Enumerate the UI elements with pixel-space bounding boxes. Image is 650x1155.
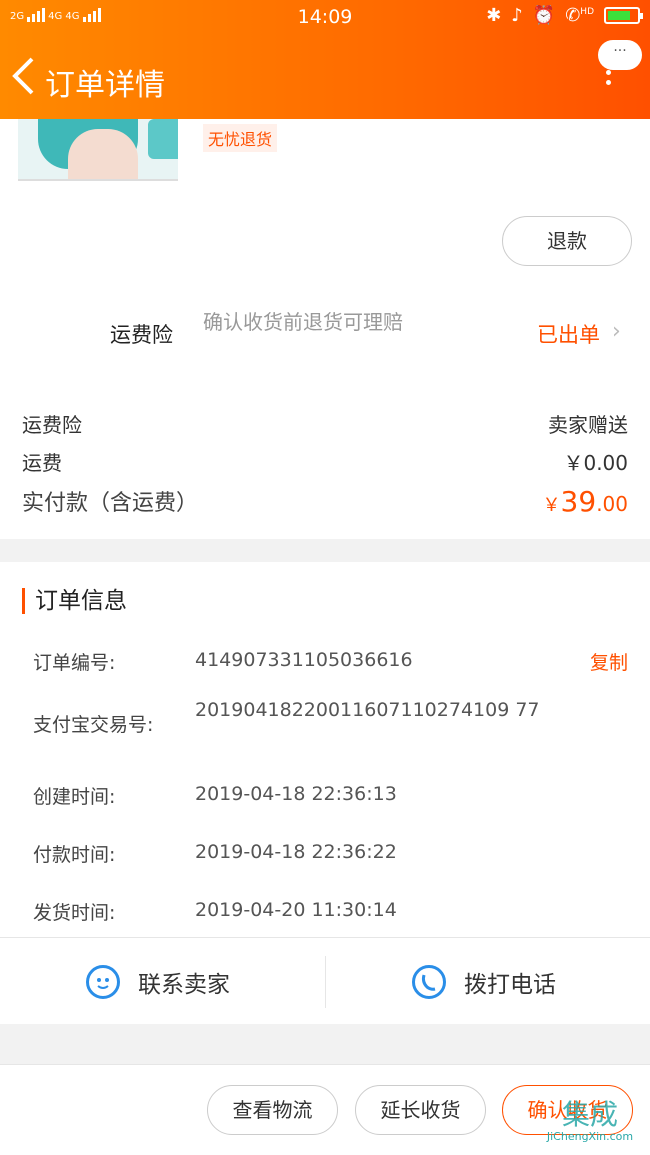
- contact-seller-button[interactable]: 联系卖家: [86, 938, 230, 1026]
- summary-label: 运费险: [22, 413, 82, 437]
- alipay-trade-value: 20190418220011607110274109 77: [195, 699, 540, 721]
- shipped-time-label: 发货时间:: [33, 902, 116, 924]
- summary-value: ￥0.00: [563, 451, 628, 475]
- summary-value: 卖家赠送: [548, 413, 628, 437]
- chat-face-icon: [86, 965, 120, 999]
- created-time-value: 2019-04-18 22:36:13: [195, 783, 397, 805]
- created-time-label: 创建时间:: [33, 786, 116, 808]
- worry-free-return-tag: 无忧退货: [203, 124, 278, 152]
- contact-action-bar: 联系卖家 拨打电话: [0, 937, 650, 1025]
- product-thumbnail[interactable]: [18, 119, 178, 181]
- paid-time-value: 2019-04-18 22:36:22: [195, 841, 397, 863]
- extend-receipt-button[interactable]: 延长收货: [355, 1085, 486, 1135]
- site-watermark: 集成 JiChengXin.com: [530, 1100, 650, 1155]
- order-number-value: 414907331105036616: [195, 649, 413, 671]
- shipped-time-value: 2019-04-20 11:30:14: [195, 899, 397, 921]
- paid-time-label: 付款时间:: [33, 844, 116, 866]
- summary-label: 运费: [22, 451, 62, 475]
- more-dots-icon[interactable]: [606, 70, 612, 90]
- order-number-label: 订单编号:: [33, 652, 116, 674]
- shipping-insurance-label: 运费险: [110, 323, 173, 347]
- page-title: 订单详情: [45, 68, 165, 103]
- alarm-icon: ⏰: [532, 5, 556, 26]
- phone-icon: [412, 965, 446, 999]
- shipping-insurance-status[interactable]: 已出单: [537, 319, 600, 349]
- app-header: 2G 4G 4G 14:09 ✱ ♪ ⏰ ✆HD 订单详情 ···: [0, 0, 650, 119]
- summary-row-insurance: 运费险 卖家赠送: [22, 409, 628, 438]
- status-icons: ✱ ♪ ⏰ ✆HD: [486, 5, 643, 26]
- status-bar: 2G 4G 4G 14:09 ✱ ♪ ⏰ ✆HD: [0, 0, 650, 34]
- order-info-title: 订单信息: [22, 588, 127, 614]
- product-card: 无忧退货 退款 运费险 确认收货前退货可理赔 已出单 › 运费险 卖家赠送 运费…: [0, 119, 650, 539]
- order-info-card: 订单信息 订单编号: 414907331105036616 复制 支付宝交易号:…: [0, 562, 650, 1024]
- call-phone-button[interactable]: 拨打电话: [412, 938, 556, 1026]
- watermark-glyphs: 集成: [561, 1098, 618, 1131]
- alipay-trade-label: 支付宝交易号:: [33, 714, 154, 736]
- copy-button[interactable]: 复制: [590, 648, 628, 675]
- paid-amount: ￥39.00: [542, 485, 628, 518]
- bluetooth-icon: ✱: [486, 5, 502, 26]
- bell-off-icon: ♪: [511, 5, 523, 26]
- hd-call-icon: ✆HD: [565, 5, 594, 26]
- view-logistics-button[interactable]: 查看物流: [207, 1085, 338, 1135]
- chevron-left-icon: [12, 57, 34, 95]
- call-phone-label: 拨打电话: [464, 972, 556, 998]
- more-menu-button[interactable]: ···: [598, 40, 642, 70]
- shipping-insurance-description: 确认收货前退货可理赔: [203, 310, 403, 334]
- chevron-right-icon[interactable]: ›: [612, 319, 621, 344]
- action-divider: [325, 956, 326, 1008]
- watermark-text: JiChengXin.com: [546, 1130, 634, 1143]
- battery-icon: [604, 7, 643, 24]
- back-button[interactable]: [10, 56, 40, 96]
- paid-label: 实付款（含运费）: [22, 491, 199, 516]
- summary-row-paid: 实付款（含运费） ￥39.00: [22, 485, 628, 518]
- refund-button[interactable]: 退款: [502, 216, 632, 266]
- contact-seller-label: 联系卖家: [138, 972, 230, 998]
- summary-row-shipping: 运费 ￥0.00: [22, 447, 628, 476]
